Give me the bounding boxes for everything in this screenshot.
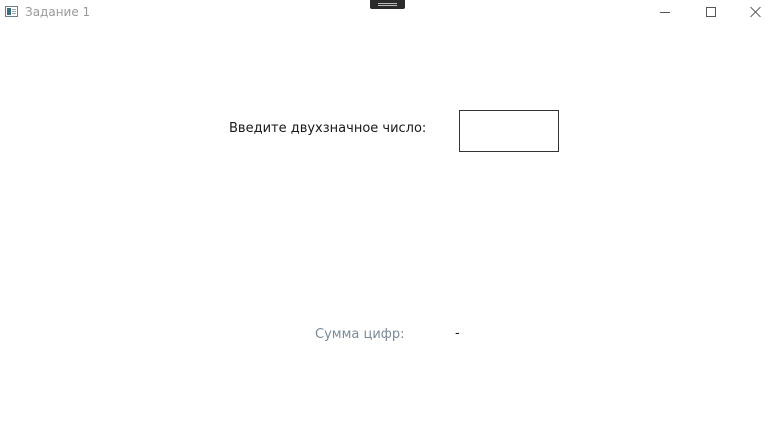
title-bar[interactable]: Задание 1: [0, 0, 775, 26]
digit-sum-value: -: [455, 326, 460, 341]
digit-sum-label: Сумма цифр:: [315, 327, 405, 342]
app-window: Задание 1 Введите двухзначное число: Сум…: [0, 0, 775, 437]
maximize-button[interactable]: [688, 0, 734, 26]
minimize-icon: [660, 12, 670, 13]
drag-handle-icon[interactable]: [370, 0, 405, 9]
close-button[interactable]: [733, 0, 775, 26]
number-prompt-label: Введите двухзначное число:: [229, 121, 427, 136]
app-window-icon: [5, 6, 18, 17]
maximize-icon: [706, 7, 716, 17]
window-title: Задание 1: [25, 5, 91, 19]
minimize-button[interactable]: [642, 0, 688, 26]
close-icon: [750, 6, 762, 18]
number-input[interactable]: [459, 110, 559, 152]
